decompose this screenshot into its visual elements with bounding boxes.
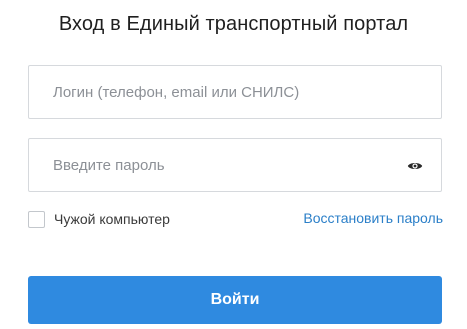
restore-password-link[interactable]: Восстановить пароль (303, 210, 443, 226)
password-input[interactable] (29, 139, 441, 191)
login-field-box (28, 65, 442, 119)
remember-row: Чужой компьютер (28, 209, 170, 229)
eye-icon[interactable] (407, 158, 423, 174)
login-input[interactable] (29, 66, 441, 118)
login-button[interactable]: Войти (28, 276, 442, 324)
page-title: Вход в Единый транспортный портал (58, 13, 409, 35)
foreign-computer-checkbox[interactable] (28, 210, 45, 228)
login-form: Вход в Единый транспортный портал Чужой … (0, 0, 467, 329)
password-field-box (28, 138, 442, 192)
foreign-computer-label[interactable]: Чужой компьютер (54, 211, 170, 227)
